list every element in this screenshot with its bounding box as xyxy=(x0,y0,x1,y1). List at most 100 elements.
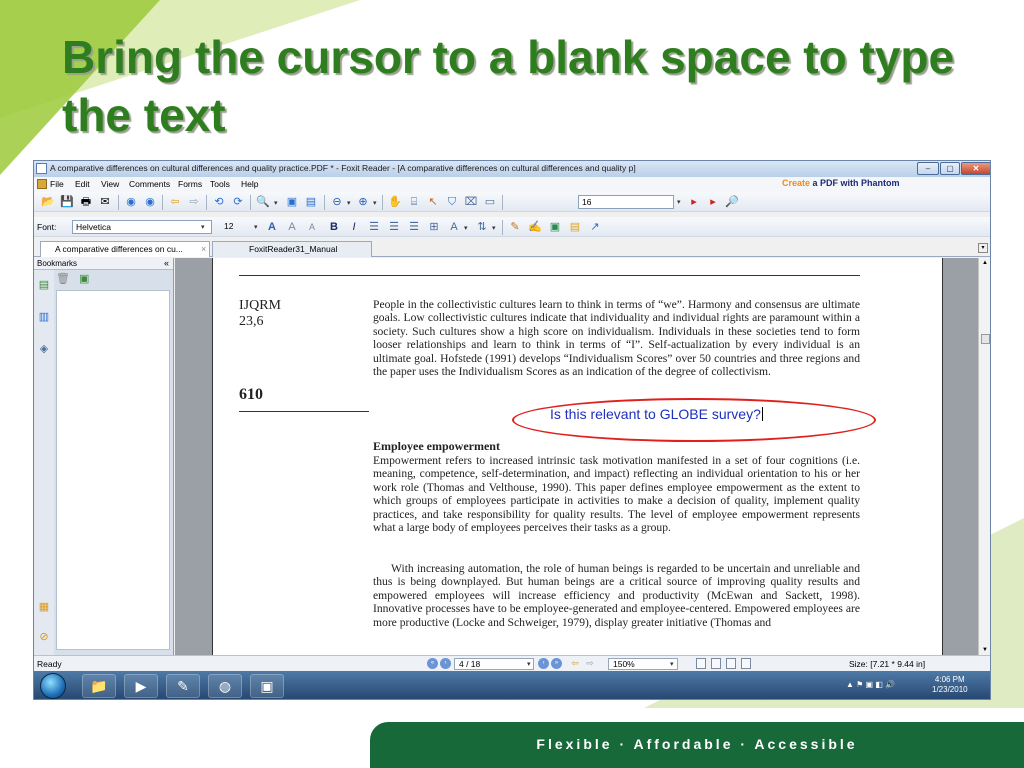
facing-icon[interactable] xyxy=(726,658,736,669)
zoom-dropdown-icon[interactable]: ▾ xyxy=(274,199,278,207)
menu-comments[interactable]: Comments xyxy=(129,179,170,189)
scroll-thumb[interactable] xyxy=(981,334,990,344)
menu-edit[interactable]: Edit xyxy=(75,179,90,189)
zoom-out-dropdown-icon[interactable]: ▾ xyxy=(347,199,351,207)
document-view[interactable]: IJQRM 23,6 610 People in the collectivis… xyxy=(175,258,978,655)
add-bookmark-icon[interactable]: ▣ xyxy=(79,273,89,285)
firefox-icon[interactable]: ◍ xyxy=(208,674,242,698)
underline-dropdown-icon[interactable]: ▾ xyxy=(464,224,468,232)
create-pdf-promo[interactable]: Create a PDF with Phantom xyxy=(782,178,946,191)
rotate-right-icon[interactable]: ⟳ xyxy=(230,195,246,210)
save-icon[interactable]: 💾 xyxy=(59,195,75,210)
menu-forms[interactable]: Forms xyxy=(178,179,202,189)
page-number-field[interactable]: 4 / 18 xyxy=(454,658,534,670)
zoom-in-plus-icon[interactable]: ⊕ xyxy=(355,195,371,210)
collapse-sidebar-icon[interactable]: « xyxy=(164,258,169,269)
align-left-icon[interactable]: ☰ xyxy=(366,220,382,235)
menu-help[interactable]: Help xyxy=(241,179,258,189)
status-forward-icon[interactable]: ⇨ xyxy=(582,656,598,671)
status-back-icon[interactable]: ⇦ xyxy=(567,656,583,671)
note-icon[interactable]: ▤ xyxy=(567,220,583,235)
first-page-icon[interactable]: ◉ xyxy=(123,195,139,210)
menu-view[interactable]: View xyxy=(101,179,119,189)
tab-comparative-differences[interactable]: A comparative differences on cu... × xyxy=(40,241,210,257)
typewriter-icon[interactable]: ⌧ xyxy=(463,195,479,210)
zoom-level-dropdown-icon[interactable]: ▾ xyxy=(670,660,674,668)
hand-tool-icon[interactable]: ✋ xyxy=(387,195,403,210)
find-icon[interactable]: ⛉ xyxy=(444,195,460,210)
font-size-select[interactable]: 12 xyxy=(224,221,233,231)
tab-close-icon[interactable]: × xyxy=(201,242,206,256)
bold-icon[interactable]: B xyxy=(326,220,342,235)
zoom-in-dropdown-icon[interactable]: ▾ xyxy=(373,199,377,207)
font-color-icon[interactable]: A xyxy=(264,220,280,235)
fit-page-icon[interactable]: ▣ xyxy=(284,195,300,210)
attachments-panel-icon[interactable]: ⊘ xyxy=(37,630,51,644)
back-icon[interactable]: ⇦ xyxy=(167,195,183,210)
tab-foxit-manual[interactable]: FoxitReader31_Manual xyxy=(212,241,372,257)
scroll-down-icon[interactable]: ▼ xyxy=(982,647,988,653)
callout-icon[interactable]: ✎ xyxy=(507,220,523,235)
minimize-button[interactable]: – xyxy=(917,162,939,175)
foxit-taskbar-icon[interactable]: ✎ xyxy=(166,674,200,698)
underline-icon[interactable]: A xyxy=(446,220,462,235)
previous-page-icon[interactable]: ◉ xyxy=(142,195,158,210)
menu-file[interactable]: File xyxy=(50,179,64,189)
rotate-icon[interactable]: ⟲ xyxy=(211,195,227,210)
snapshot-icon[interactable]: ▭ xyxy=(482,195,498,210)
decrease-font-icon[interactable]: A xyxy=(304,220,320,235)
page-dropdown-icon[interactable]: ▾ xyxy=(527,660,531,668)
select-text-icon[interactable]: ⌸ xyxy=(406,195,422,210)
bookmarks-panel-icon[interactable]: ▤ xyxy=(37,278,51,292)
continuous-icon[interactable] xyxy=(711,658,721,669)
scroll-up-icon[interactable]: ▲ xyxy=(982,260,988,266)
start-button[interactable] xyxy=(40,673,66,699)
font-dropdown-icon[interactable]: ▾ xyxy=(201,223,205,231)
single-page-icon[interactable] xyxy=(696,658,706,669)
bookmarks-pane[interactable] xyxy=(56,290,170,650)
pdf-page[interactable]: IJQRM 23,6 610 People in the collectivis… xyxy=(212,258,943,655)
delete-bookmark-icon[interactable]: 🗑 xyxy=(56,273,70,285)
text-box-icon[interactable]: ⊞ xyxy=(426,220,442,235)
italic-icon[interactable]: I xyxy=(346,220,362,235)
menu-tools[interactable]: Tools xyxy=(210,179,230,189)
align-right-icon[interactable]: ☰ xyxy=(406,220,422,235)
document-menu-icon[interactable] xyxy=(37,179,47,189)
last-page-button[interactable]: » xyxy=(551,658,562,669)
annotation-select-icon[interactable]: ↖ xyxy=(425,195,441,210)
zoom-out-icon[interactable]: ⊖ xyxy=(329,195,345,210)
font-size-dropdown-icon[interactable]: ▾ xyxy=(254,223,258,231)
line-spacing-dropdown-icon[interactable]: ▾ xyxy=(492,224,496,232)
line-spacing-icon[interactable]: ⇅ xyxy=(474,220,490,235)
comments-panel-icon[interactable]: ▦ xyxy=(37,600,51,614)
forward-icon[interactable]: ⇨ xyxy=(186,195,202,210)
pencil-arrow-icon[interactable]: ↗ xyxy=(587,220,603,235)
previous-page-button[interactable]: ‹ xyxy=(440,658,451,669)
font-select[interactable]: Helvetica xyxy=(72,220,212,234)
layers-panel-icon[interactable]: ◈ xyxy=(37,342,51,356)
align-center-icon[interactable]: ☰ xyxy=(386,220,402,235)
typewriter-tool-icon[interactable]: ✍ xyxy=(527,220,543,235)
pdf-export-icon[interactable]: ▸ xyxy=(705,195,721,210)
tab-menu-icon[interactable]: ▾ xyxy=(978,243,988,253)
fit-width-icon[interactable]: ▤ xyxy=(303,195,319,210)
vertical-scrollbar[interactable]: ▲ ▼ xyxy=(978,258,990,655)
taskbar-clock[interactable]: 4:06 PM 1/23/2010 xyxy=(932,675,968,695)
pdf-icon[interactable]: ▸ xyxy=(686,195,702,210)
search-icon[interactable]: 🔎 xyxy=(724,195,740,210)
explorer-icon[interactable]: 📁 xyxy=(82,674,116,698)
zoom-combo[interactable]: 16 xyxy=(578,195,674,209)
system-tray-icons[interactable]: ▲ ⚑ ▣ ◧ 🔊 xyxy=(846,680,895,689)
open-icon[interactable]: 📂 xyxy=(40,195,56,210)
next-page-button[interactable]: › xyxy=(538,658,549,669)
maximize-button[interactable]: ▢ xyxy=(940,162,960,175)
print-icon[interactable]: 🖶 xyxy=(78,195,94,210)
email-icon[interactable]: ✉ xyxy=(97,195,113,210)
powerpoint-icon[interactable]: ▣ xyxy=(250,674,284,698)
first-page-button[interactable]: « xyxy=(427,658,438,669)
media-player-icon[interactable]: ▶ xyxy=(124,674,158,698)
zoom-combo-dropdown-icon[interactable]: ▾ xyxy=(677,198,681,206)
typewriter-annotation[interactable]: Is this relevant to GLOBE survey? xyxy=(550,406,763,422)
close-button[interactable]: ✕ xyxy=(961,162,990,175)
continuous-facing-icon[interactable] xyxy=(741,658,751,669)
